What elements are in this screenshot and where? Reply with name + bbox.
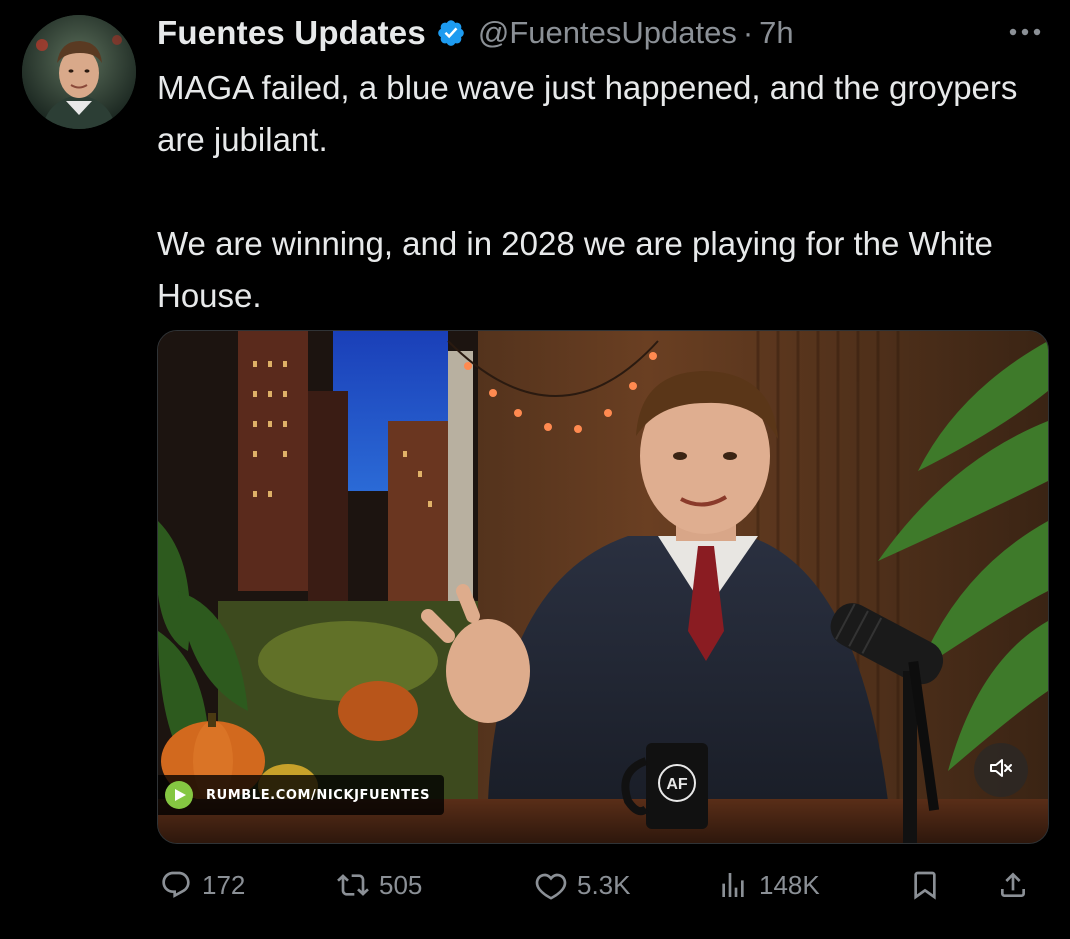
repost-count: 505	[379, 869, 423, 900]
like-button[interactable]: 5.3K	[535, 862, 631, 908]
rumble-watermark: RUMBLE.COM/NICKJFUENTES	[158, 775, 445, 815]
repost-button[interactable]: 505	[337, 862, 422, 908]
bookmark-button[interactable]	[909, 862, 941, 908]
tweet-paragraph-1: MAGA failed, a blue wave just happened, …	[157, 69, 1018, 158]
author-handle[interactable]: @FuentesUpdates	[478, 15, 737, 51]
repost-icon	[337, 874, 369, 896]
views-chart-icon	[722, 873, 744, 897]
reply-icon	[162, 871, 190, 898]
rumble-logo-icon	[164, 780, 194, 810]
views-count: 148K	[759, 869, 820, 900]
mute-toggle-button[interactable]	[974, 743, 1028, 797]
tweet-text: MAGA failed, a blue wave just happened, …	[157, 62, 1047, 322]
rumble-watermark-text: RUMBLE.COM/NICKJFUENTES	[206, 787, 431, 803]
views-button[interactable]: 148K	[717, 862, 820, 908]
avatar[interactable]	[22, 15, 136, 129]
reply-button[interactable]: 172	[160, 862, 245, 908]
author-display-name[interactable]: Fuentes Updates	[157, 14, 426, 52]
verified-badge-icon[interactable]	[436, 18, 466, 48]
tweet-paragraph-2: We are winning, and in 2028 we are playi…	[157, 225, 993, 314]
tweet-header: Fuentes Updates @FuentesUpdates · 7h	[157, 10, 794, 56]
tweet-timestamp[interactable]: 7h	[759, 15, 793, 51]
bookmark-icon	[914, 871, 936, 900]
more-options-icon[interactable]	[1008, 24, 1042, 36]
share-icon	[1001, 872, 1025, 897]
muted-speaker-icon	[988, 755, 1014, 786]
video-player[interactable]: AF RUMBLE.COM/NICKJFUENTES	[157, 330, 1049, 844]
mug-logo-text: AF	[666, 776, 688, 793]
like-count: 5.3K	[577, 869, 631, 900]
tweet-action-bar: 172 505 5.3K 148K	[157, 862, 1047, 908]
tweet[interactable]: Fuentes Updates @FuentesUpdates · 7h MAG…	[0, 0, 1070, 939]
video-frame: AF	[158, 331, 1048, 843]
share-button[interactable]	[997, 862, 1029, 908]
reply-count: 172	[202, 869, 246, 900]
separator-dot: ·	[742, 15, 754, 50]
heart-icon	[535, 873, 567, 900]
